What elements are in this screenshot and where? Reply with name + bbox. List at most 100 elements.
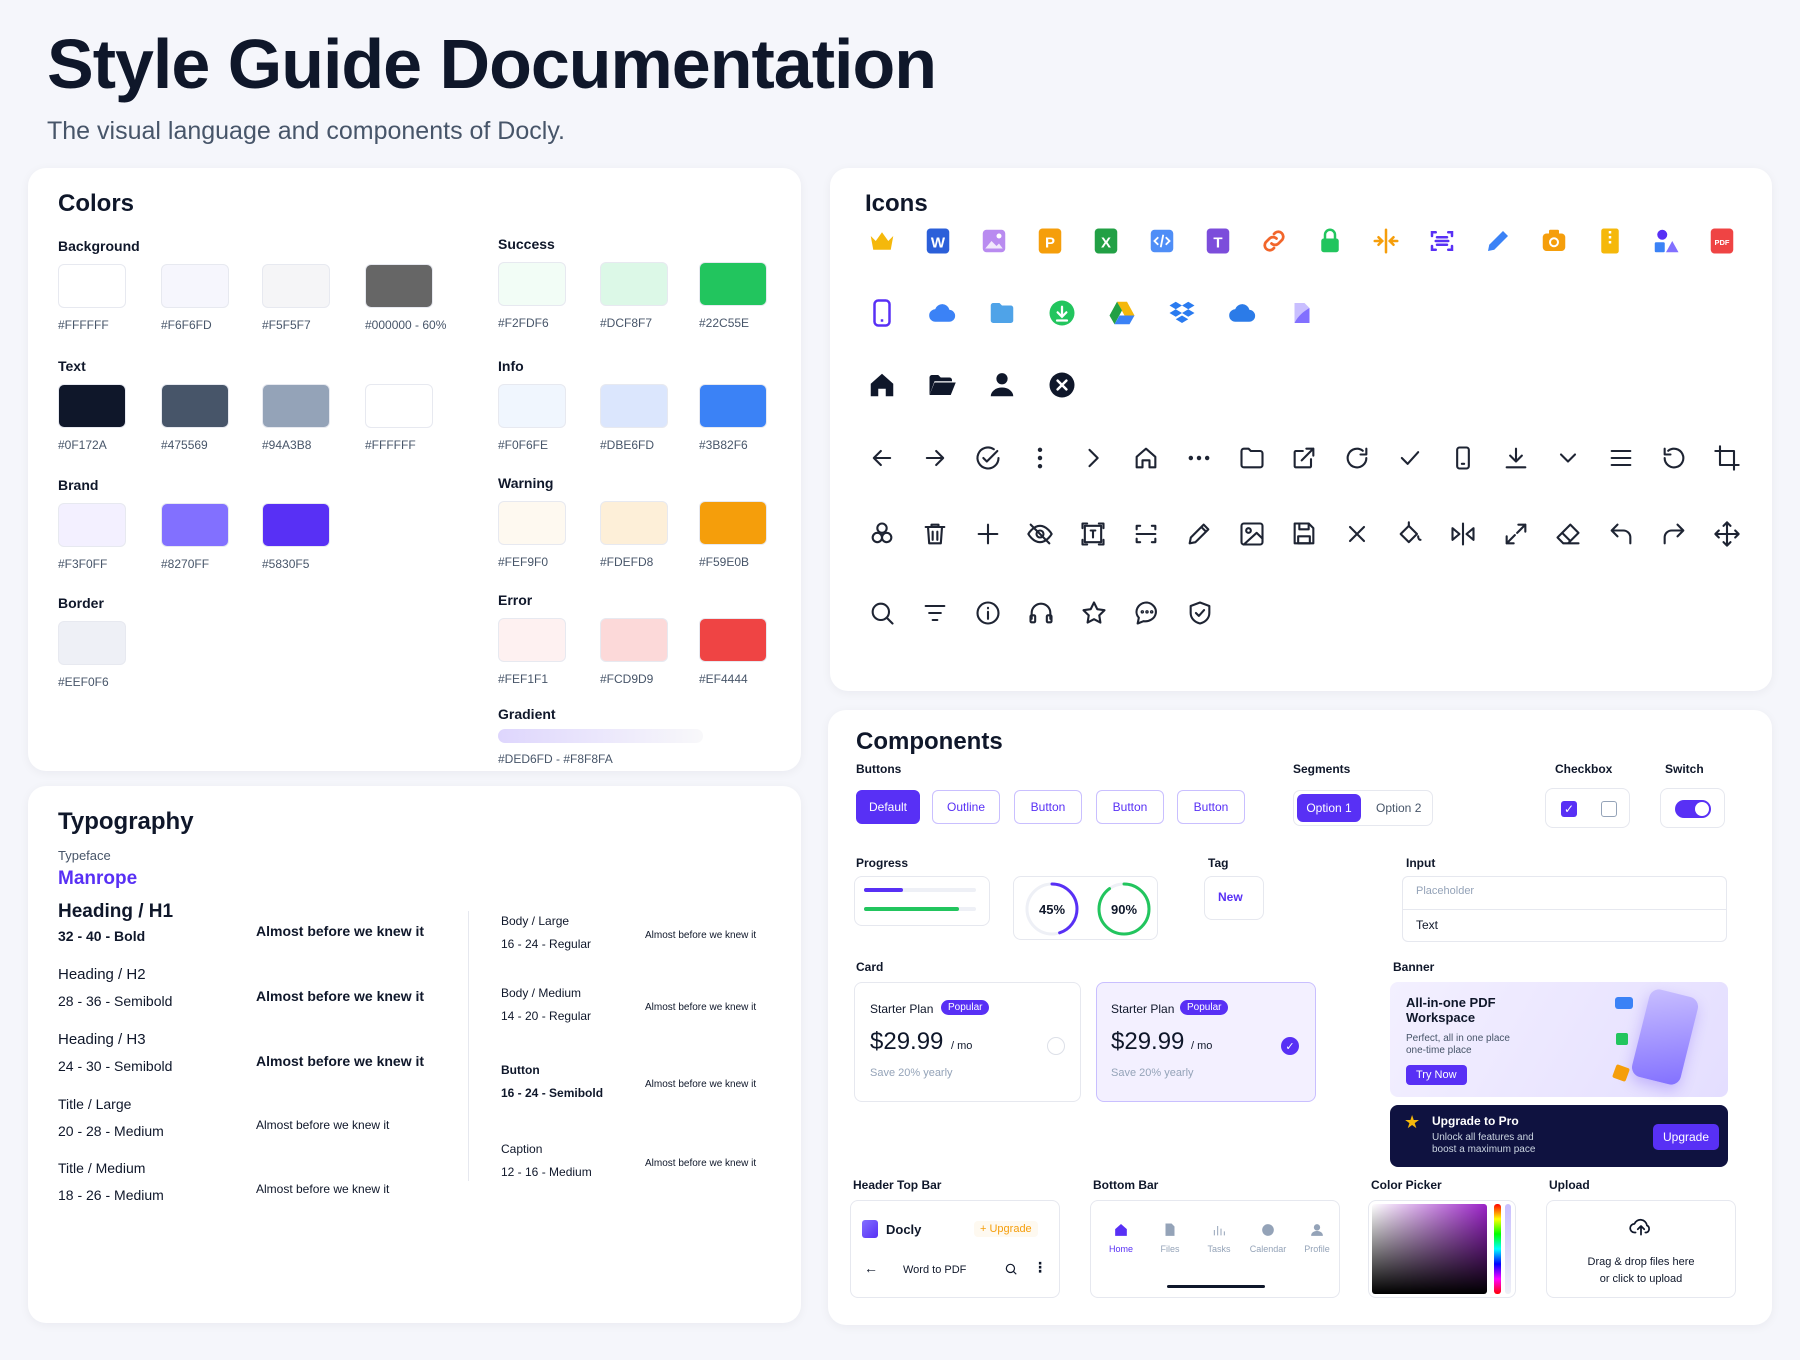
color-swatch [699,618,767,662]
bottom-bar-tab-files[interactable]: Files [1147,1244,1193,1254]
checkbox-label: Checkbox [1555,762,1613,776]
arrow-left-icon [865,441,899,475]
home-solid-icon [865,368,899,402]
color-hex: #FFFFFF [58,318,109,332]
default-button[interactable]: Default [856,790,920,824]
color-hex: #F3F0FF [58,557,108,571]
excel-icon: X [1089,224,1123,258]
dropbox-icon [1165,296,1199,330]
color-swatch [365,264,433,308]
phone-icon [1446,441,1480,475]
color-swatch [498,501,566,545]
segment-option-2[interactable]: Option 2 [1376,801,1421,815]
color-picker-gradient-area[interactable] [1372,1204,1487,1294]
color-hex: #475569 [161,438,208,452]
filter-icon [918,596,952,630]
bottom-bar-label: Bottom Bar [1093,1178,1159,1192]
toggle-switch[interactable] [1675,800,1711,818]
type-style-name: Title / Large [58,1096,132,1112]
color-hex: #22C55E [699,316,750,330]
page-title: Style Guide Documentation [47,25,937,103]
header-search-icon[interactable] [1004,1262,1018,1276]
external-link-icon [1287,441,1321,475]
ring-45-text: 45% [1039,902,1065,917]
search-icon [865,596,899,630]
headphones-icon [1024,596,1058,630]
pdf-icon-text: PDF [1715,238,1730,247]
switch-label: Switch [1665,762,1704,776]
type-style-sample: Almost before we knew it [256,988,425,1004]
card1-price: $29.99 [870,1028,944,1055]
header-more-icon[interactable]: ⋮ [1033,1259,1047,1276]
type-style-spec: 18 - 26 - Medium [58,1187,164,1203]
icons-title: Icons [865,190,928,217]
color-swatch [365,384,433,428]
card2-plan: Starter Plan [1111,1002,1175,1016]
type-style-spec: 12 - 16 - Medium [501,1165,592,1179]
color-swatch [58,384,126,428]
tag-new: New [1218,890,1243,904]
input-text[interactable]: Text [1416,918,1438,932]
upload-text-1: Drag & drop files here [1587,1256,1695,1268]
user-solid-icon [985,368,1019,402]
card1-radio[interactable] [1047,1037,1065,1055]
upgrade-desc: Unlock all features and boost a maximum … [1432,1132,1536,1155]
bottom-bar-tab-profile[interactable]: Profile [1294,1244,1340,1254]
back-arrow-icon[interactable]: ← [864,1260,878,1276]
menu-icon [1604,441,1638,475]
input-placeholder[interactable]: Placeholder [1416,885,1474,897]
outline-button[interactable]: Outline [932,790,1000,824]
forward-icon [1657,517,1691,551]
upgrade-button[interactable]: Upgrade [1653,1124,1720,1150]
arrow-right-icon [918,441,952,475]
chevron-down-icon [1551,441,1585,475]
header-bar-label: Header Top Bar [853,1178,942,1192]
color-swatch [58,264,126,308]
button-secondary-1[interactable]: Button [1014,790,1082,824]
checkbox-unchecked[interactable] [1601,801,1617,817]
card2-save: Save 20% yearly [1111,1067,1194,1079]
bottom-bar-tab-calendar[interactable]: Calendar [1245,1244,1291,1254]
resize-icon [1076,517,1110,551]
segment-option-1[interactable]: Option 1 [1297,794,1361,822]
crop-icon [1710,441,1744,475]
color-swatch [600,618,668,662]
save-icon [1287,517,1321,551]
header-upgrade-button[interactable]: + Upgrade [974,1221,1038,1237]
download-icon [1499,441,1533,475]
bottom-bar-tab-tasks[interactable]: Tasks [1196,1244,1242,1254]
type-style-sample: Almost before we knew it [645,1002,757,1013]
color-swatch [699,262,767,306]
checkbox-checked[interactable]: ✓ [1561,801,1577,817]
card2-radio-checked[interactable]: ✓ [1281,1037,1299,1055]
button-secondary-3[interactable]: Button [1177,790,1245,824]
color-picker-hue-slider[interactable] [1494,1204,1501,1294]
close-circle-solid-icon [1045,368,1079,402]
powerpoint-icon: P [1033,224,1067,258]
type-style-name: Body / Large [501,914,570,928]
color-group-label: Success [498,236,555,252]
type-style-name: Heading / H1 [58,901,174,922]
color-picker-alpha-slider[interactable] [1505,1204,1511,1294]
text-icon: T [1201,224,1235,258]
switch-knob [1695,802,1709,816]
card2-price: $29.99 [1111,1028,1185,1055]
type-style-spec: 28 - 36 - Semibold [58,993,173,1009]
banner-try-now-button[interactable]: Try Now [1406,1065,1467,1085]
color-swatch [600,262,668,306]
google-drive-icon [1105,296,1139,330]
eye-off-icon [1023,517,1057,551]
refresh-icon [1340,441,1374,475]
typeface-label: Typeface [58,848,111,863]
color-swatch [161,384,229,428]
image-icon [977,224,1011,258]
trash-icon [918,517,952,551]
color-swatch [58,621,126,665]
color-group-label: Warning [498,475,554,491]
type-style-sample: Almost before we knew it [645,930,757,941]
bottom-bar-tab-home[interactable]: Home [1098,1244,1144,1254]
color-hex: #FEF9F0 [498,555,549,569]
button-secondary-2[interactable]: Button [1096,790,1164,824]
color-hex: #EEF0F6 [58,675,109,689]
icons-card: Icons W P X T PDF [830,168,1772,691]
